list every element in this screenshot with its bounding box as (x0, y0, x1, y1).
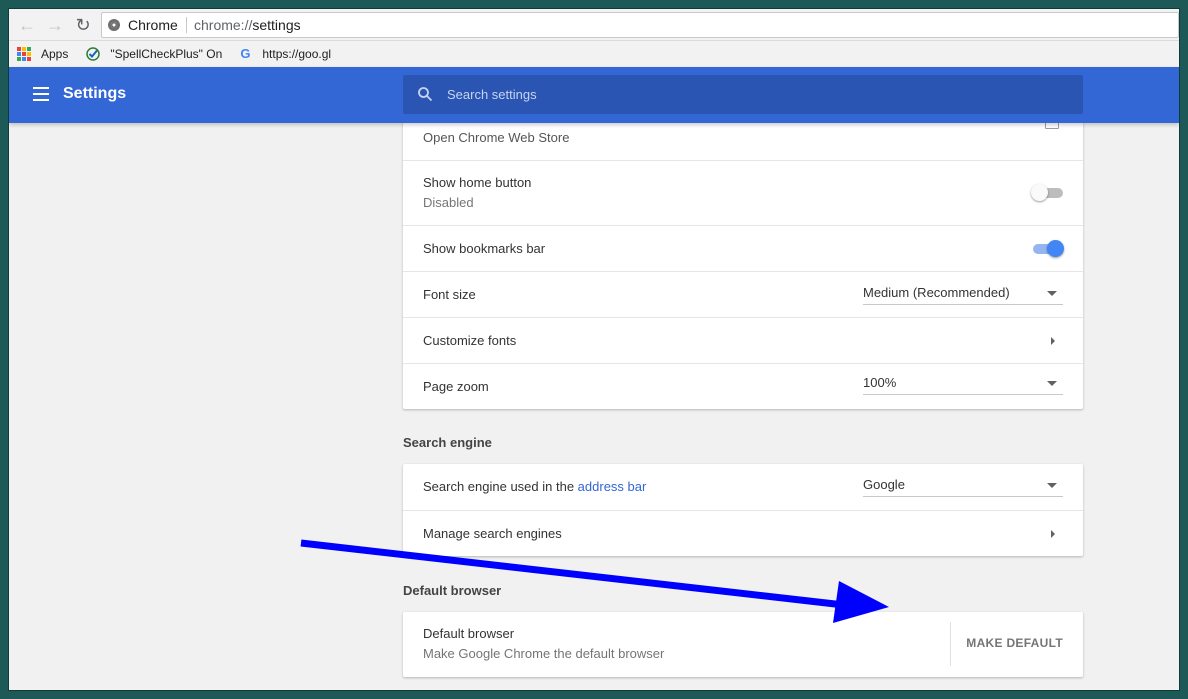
page-zoom-row: Page zoom 100% (403, 363, 1083, 409)
address-bar-link[interactable]: address bar (578, 479, 647, 494)
search-engine-section-title: Search engine (403, 435, 492, 450)
search-engine-label: Search engine used in the address bar (423, 479, 646, 494)
reload-icon[interactable]: ↻ (71, 13, 95, 37)
url-text[interactable]: chrome://settings (194, 17, 301, 33)
search-settings-input[interactable]: Search settings (403, 75, 1083, 114)
omnibox-divider (186, 17, 187, 33)
page-title: Settings (63, 85, 127, 102)
search-engine-row: Search engine used in the address bar Go… (403, 464, 1083, 510)
search-placeholder: Search settings (447, 87, 537, 102)
search-engine-card: Search engine used in the address bar Go… (403, 464, 1083, 556)
search-engine-select[interactable]: Google (863, 473, 1063, 497)
search-icon (418, 87, 433, 102)
font-size-select[interactable]: Medium (Recommended) (863, 281, 1063, 305)
dropdown-arrow-icon (1047, 381, 1057, 386)
site-name: Chrome (128, 17, 178, 33)
browser-toolbar: ← → ↻ Chrome chrome://settings (9, 9, 1179, 41)
customize-fonts-label: Customize fonts (423, 333, 517, 348)
bookmarks-bar-row[interactable]: Show bookmarks bar (403, 225, 1083, 271)
search-engine-label-text: Search engine used in the (423, 479, 578, 494)
apps-grid-icon (17, 47, 31, 61)
font-size-row: Font size Medium (Recommended) (403, 271, 1083, 317)
checkmark-icon (86, 47, 101, 61)
bookmark-label: Apps (41, 47, 69, 61)
bookmarks-bar-toggle[interactable] (1031, 238, 1065, 258)
appearance-card: Open Chrome Web Store Show home button D… (403, 115, 1083, 409)
open-web-store-label: Open Chrome Web Store (423, 130, 570, 145)
page-zoom-select[interactable]: 100% (863, 371, 1063, 395)
settings-header: Settings Search settings (9, 67, 1179, 123)
page-zoom-value: 100% (863, 375, 897, 390)
bookmark-spellcheckplus[interactable]: "SpellCheckPlus" Onl (86, 47, 222, 61)
site-chip[interactable]: Chrome (108, 17, 178, 33)
home-button-label: Show home button (423, 175, 532, 190)
bookmarks-bar: Apps "SpellCheckPlus" Onl G https://goo.… (9, 41, 1179, 67)
default-browser-description: Make Google Chrome the default browser (423, 646, 665, 661)
forward-arrow-icon[interactable]: → (43, 13, 67, 37)
browser-window: ← → ↻ Chrome chrome://settings Apps "Spe… (8, 8, 1180, 691)
divider (950, 622, 951, 666)
bookmarks-bar-label: Show bookmarks bar (423, 241, 546, 256)
back-arrow-icon[interactable]: ← (15, 13, 39, 37)
google-g-icon: G (240, 46, 251, 61)
address-bar[interactable]: Chrome chrome://settings (101, 12, 1179, 38)
font-size-value: Medium (Recommended) (863, 285, 1010, 300)
manage-search-engines-row[interactable]: Manage search engines (403, 510, 1083, 556)
home-button-toggle[interactable] (1031, 182, 1065, 202)
default-browser-card: Default browser Make Google Chrome the d… (403, 612, 1083, 677)
bookmark-apps[interactable]: Apps (17, 47, 68, 61)
manage-search-engines-label: Manage search engines (423, 526, 562, 541)
make-default-button[interactable]: MAKE DEFAULT (966, 636, 1063, 650)
hamburger-menu-icon[interactable] (33, 87, 49, 101)
home-button-status: Disabled (423, 195, 474, 210)
dropdown-arrow-icon (1047, 291, 1057, 296)
home-button-row[interactable]: Show home button Disabled (403, 160, 1083, 225)
bookmark-googl[interactable]: G https://goo.gl (240, 46, 332, 62)
default-browser-section-title: Default browser (403, 583, 502, 598)
url-path: settings (252, 17, 301, 33)
font-size-label: Font size (423, 287, 476, 302)
page-zoom-label: Page zoom (423, 379, 489, 394)
default-browser-label: Default browser (423, 626, 515, 641)
url-scheme: chrome:// (194, 17, 253, 33)
chevron-right-icon (1051, 337, 1055, 345)
bookmark-label: https://goo.gl (262, 47, 332, 61)
bookmark-label: "SpellCheckPlus" Onl (110, 47, 223, 61)
search-engine-value: Google (863, 477, 905, 492)
dropdown-arrow-icon (1047, 483, 1057, 488)
customize-fonts-row[interactable]: Customize fonts (403, 317, 1083, 363)
chrome-logo-icon (108, 19, 120, 31)
chevron-right-icon (1051, 530, 1055, 538)
